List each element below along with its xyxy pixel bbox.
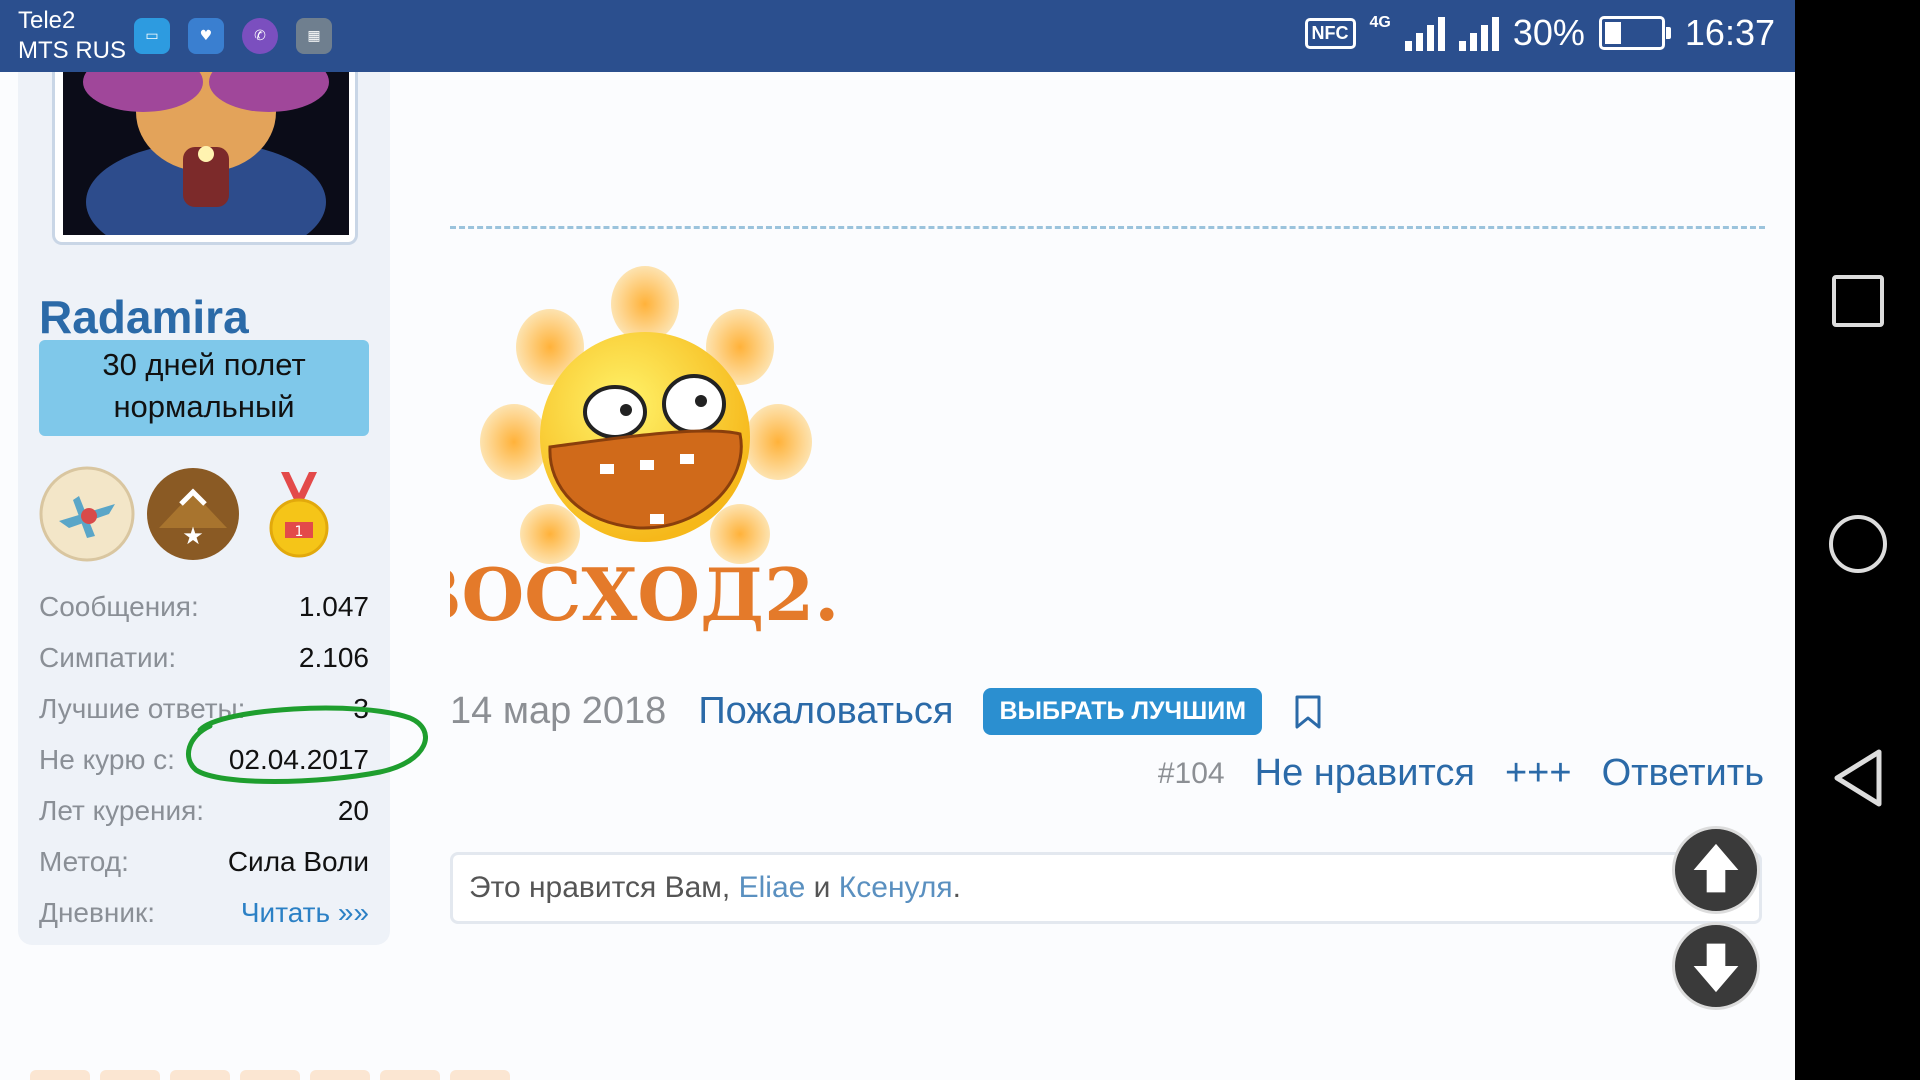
- status-bar: Tele2 MTS RUS ▭ ♥ ✆ ▦ NFC 4G 30% 16:37: [0, 0, 1795, 72]
- nfc-icon: NFC: [1304, 17, 1356, 49]
- post-number-link[interactable]: #104: [1158, 757, 1225, 791]
- stat-value: 20: [337, 794, 369, 826]
- carrier-info: Tele2 MTS RUS: [18, 6, 126, 66]
- signal-icon-2: [1458, 15, 1499, 51]
- viber-icon: ✆: [242, 18, 278, 54]
- post-date[interactable]: 14 мар 2018: [450, 690, 666, 733]
- unlike-link[interactable]: Не нравится: [1255, 752, 1475, 795]
- recent-apps-button[interactable]: [1831, 275, 1884, 327]
- navigation-bar: [1795, 0, 1920, 1080]
- post-actions: #104 Не нравится +++ Ответить: [1158, 752, 1764, 795]
- home-button[interactable]: [1828, 515, 1887, 573]
- svg-text:★: ★: [182, 522, 204, 550]
- user-profile-panel: Radamira 30 дней полет нормальный ★ 1 Со…: [18, 72, 390, 945]
- sun-image-caption: ВОСХОД2.2: [450, 552, 840, 637]
- clock: 16:37: [1684, 12, 1775, 53]
- medal-trophy-icon[interactable]: 1: [251, 466, 347, 562]
- stat-label: Симпатии:: [39, 641, 177, 673]
- likes-prefix: Это нравится Вам,: [469, 871, 731, 904]
- scroll-down-button[interactable]: [1672, 922, 1760, 1010]
- avatar-frame: [52, 72, 358, 245]
- sun-smiley-image[interactable]: ВОСХОД2.2: [450, 252, 840, 642]
- stat-value: 1.047: [298, 590, 369, 622]
- highlight-circle-annotation: [186, 705, 428, 784]
- stat-method: Метод: Сила Воли: [39, 836, 369, 887]
- likes-suffix: .: [952, 871, 961, 904]
- app-notification-icon: ▭: [134, 18, 170, 54]
- stat-smoking-years: Лет курения: 20: [39, 785, 369, 836]
- report-link[interactable]: Пожаловаться: [698, 690, 953, 733]
- carrier-2: MTS RUS: [18, 37, 126, 64]
- stat-value: Сила Воли: [227, 845, 369, 877]
- user-title-line-1: 30 дней полет: [102, 347, 306, 382]
- plus-rating-link[interactable]: +++: [1505, 752, 1572, 795]
- carrier-1: Tele2: [18, 7, 76, 34]
- liker-link-1[interactable]: Eliae: [739, 871, 806, 905]
- arrow-down-icon: [1693, 943, 1739, 993]
- stat-diary: Дневник: Читать »»: [39, 887, 369, 938]
- battery-percent: 30%: [1512, 12, 1585, 53]
- status-indicators: NFC 4G 30% 16:37: [1304, 12, 1775, 54]
- avatar[interactable]: [63, 72, 349, 235]
- reply-link[interactable]: Ответить: [1602, 752, 1764, 795]
- mountain-trophy-icon[interactable]: ★: [145, 466, 241, 562]
- stat-label: Лет курения:: [39, 794, 205, 826]
- stat-messages: Сообщения: 1.047: [39, 581, 369, 632]
- arrow-up-icon: [1693, 843, 1739, 893]
- likes-conj: и: [813, 871, 831, 904]
- trophy-list: ★ 1: [39, 466, 347, 562]
- stat-label: Дневник:: [39, 896, 156, 928]
- network-4g-icon: 4G: [1369, 14, 1391, 31]
- likes-summary: Это нравится Вам, Eliae и Ксенуля.: [450, 852, 1762, 924]
- post-meta: 14 мар 2018 Пожаловаться ВЫБРАТЬ ЛУЧШИМ: [450, 688, 1324, 735]
- user-title-line-2: нормальный: [113, 389, 295, 424]
- bookmark-icon[interactable]: [1292, 694, 1324, 730]
- choose-best-button[interactable]: ВЫБРАТЬ ЛУЧШИМ: [983, 688, 1263, 735]
- stat-value: 2.106: [298, 641, 369, 673]
- next-post-preview: [30, 1070, 510, 1080]
- health-app-icon: ♥: [188, 18, 224, 54]
- battery-fill: [1604, 22, 1621, 44]
- stat-label: Метод:: [39, 845, 129, 877]
- username[interactable]: Radamira: [39, 290, 249, 344]
- stat-likes: Симпатии: 2.106: [39, 632, 369, 683]
- post-divider: [450, 226, 1765, 229]
- airplane-trophy-icon[interactable]: [39, 466, 135, 562]
- stat-label: Не курю с:: [39, 743, 175, 775]
- back-button[interactable]: [1831, 748, 1885, 808]
- liker-link-2[interactable]: Ксенуля: [839, 871, 953, 905]
- avatar-image: [63, 72, 349, 235]
- battery-icon: [1598, 16, 1671, 50]
- notification-icons: ▭ ♥ ✆ ▦: [134, 18, 332, 54]
- stat-label: Сообщения:: [39, 590, 199, 622]
- scroll-up-button[interactable]: [1672, 826, 1760, 914]
- signal-icon-1: [1404, 15, 1445, 51]
- diary-read-link[interactable]: Читать »»: [241, 897, 369, 929]
- photo-thumbnail-icon: ▦: [296, 18, 332, 54]
- svg-text:1: 1: [295, 524, 304, 540]
- user-title-badge: 30 дней полет нормальный: [39, 340, 369, 436]
